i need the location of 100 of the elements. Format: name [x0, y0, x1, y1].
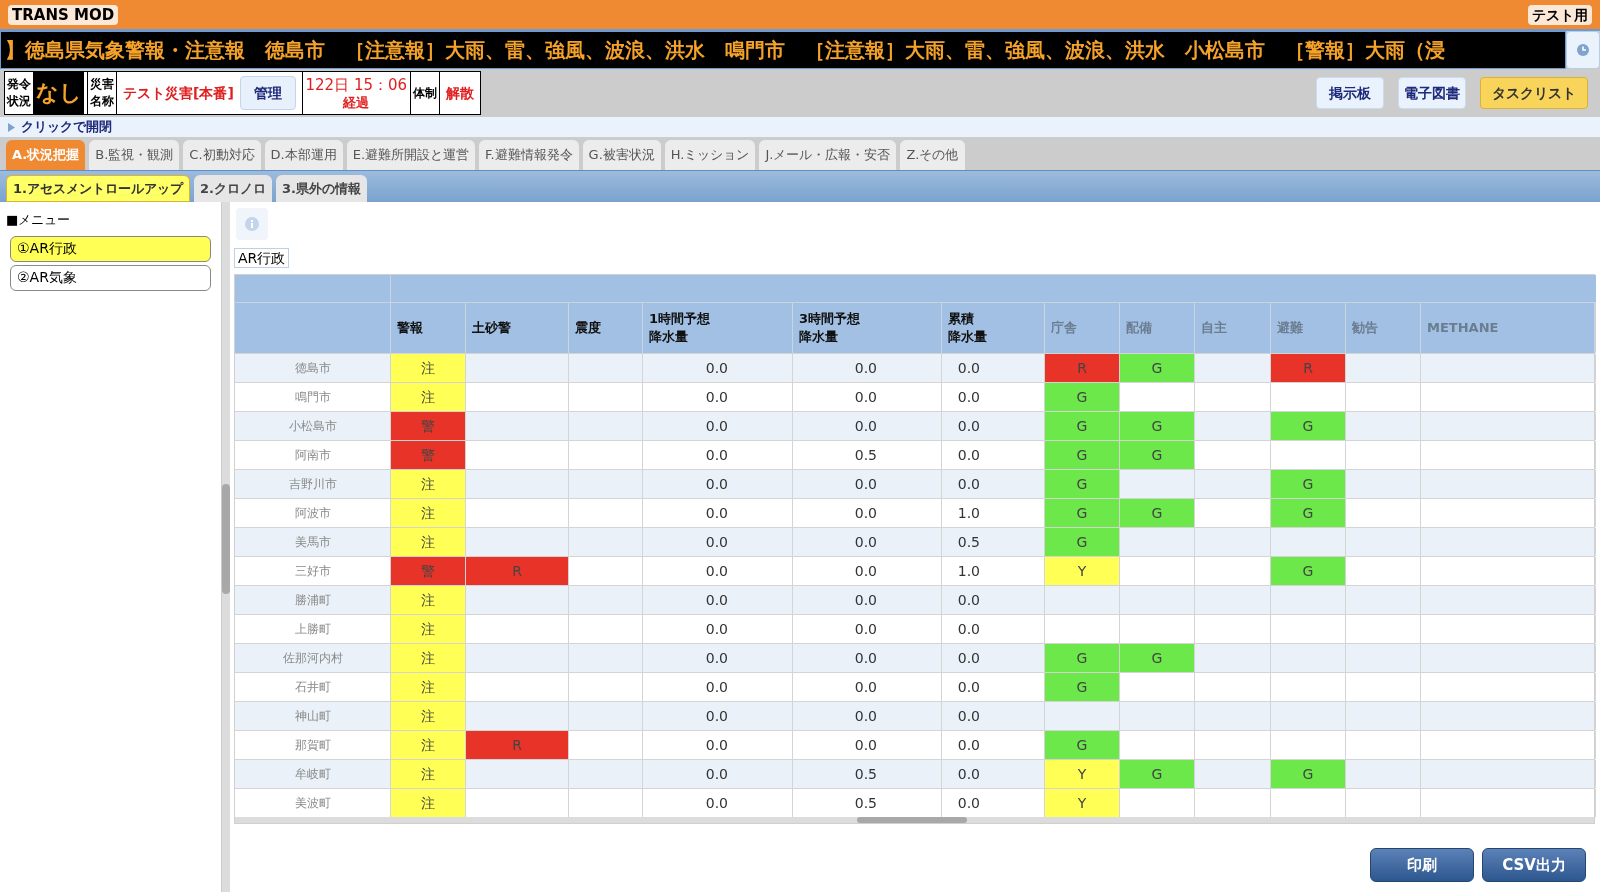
clock-button[interactable]	[1566, 31, 1600, 69]
table-cell-text: 0.0	[853, 619, 878, 639]
row-name: 小松島市	[288, 418, 337, 435]
action-button[interactable]: 印刷	[1370, 848, 1474, 882]
table-cell: 注	[391, 383, 465, 411]
table-cell: G	[1045, 412, 1119, 440]
table-cell-text: 0.0	[956, 677, 981, 697]
system-label: 体制	[410, 72, 440, 114]
table-cell: 注	[391, 528, 465, 556]
table-cell-text: 0.0	[853, 503, 878, 523]
table-cell-text: 0.0	[853, 474, 878, 494]
table-cell-text: 0.0	[956, 416, 981, 436]
row-name: 美馬市	[294, 534, 331, 551]
table-cell: 注	[391, 789, 465, 817]
table-cell: G	[1045, 470, 1119, 498]
table-cell-text: 0.5	[853, 793, 878, 813]
table-cell: 注	[391, 702, 465, 730]
toolbar-button[interactable]: 掲示板	[1316, 77, 1384, 109]
table-cell: 注	[391, 760, 465, 788]
table-cell-text: 0.0	[956, 706, 981, 726]
tab[interactable]: Z.その他	[900, 140, 965, 170]
table-cell-text: 0.0	[704, 735, 729, 755]
table-cell-text: 0.0	[853, 387, 878, 407]
table-cell: R	[1271, 354, 1345, 382]
table-cell: 警	[391, 557, 465, 585]
row-name: 吉野川市	[288, 476, 337, 493]
row-name: 那賀町	[294, 737, 331, 754]
tab[interactable]: J.メール・広報・安否	[759, 140, 897, 170]
column-header: 警報	[397, 319, 423, 337]
column-header: 避難	[1277, 319, 1303, 337]
clock-icon	[1576, 43, 1590, 57]
menu-item[interactable]: ①AR行政	[10, 235, 211, 262]
scrollbar-thumb[interactable]	[222, 484, 230, 594]
tab[interactable]: D.本部運用	[264, 140, 343, 170]
column-header: METHANE	[1427, 319, 1499, 337]
table-cell-text: 0.0	[853, 677, 878, 697]
toolbar-button[interactable]: タスクリスト	[1480, 77, 1588, 109]
table-cell: R	[1045, 354, 1119, 382]
column-header: 庁舎	[1051, 319, 1077, 337]
subtab[interactable]: 2.クロノロ	[194, 175, 272, 202]
table-cell: 注	[391, 499, 465, 527]
table-cell: Y	[1045, 789, 1119, 817]
table-cell-text: 0.5	[853, 764, 878, 784]
row-name: 鳴門市	[294, 389, 331, 406]
table-cell: G	[1045, 731, 1119, 759]
tab[interactable]: B.監視・観測	[89, 140, 180, 170]
table-cell-text: 0.0	[704, 503, 729, 523]
table-cell-text: 0.5	[853, 445, 878, 465]
table-cell-text: 0.0	[956, 619, 981, 639]
table-cell-text: 0.0	[704, 532, 729, 552]
action-button[interactable]: CSV出力	[1482, 848, 1586, 882]
tab[interactable]: G.被害状況	[582, 140, 661, 170]
table-cell-text: 0.0	[704, 590, 729, 610]
table-cell: 注	[391, 731, 465, 759]
table-cell-text: 0.0	[853, 735, 878, 755]
table-cell-text: 0.0	[853, 706, 878, 726]
table-cell-text: 0.0	[704, 387, 729, 407]
subtab[interactable]: 1.アセスメントロールアップ	[6, 175, 190, 202]
status-value: なし	[34, 72, 84, 114]
disaster-name: テスト災害[本番]	[122, 83, 235, 103]
table-cell-text: 0.0	[704, 358, 729, 378]
table-cell: G	[1120, 441, 1194, 469]
table-cell: 注	[391, 354, 465, 382]
table-cell: Y	[1045, 760, 1119, 788]
elapsed-label: 経過	[343, 93, 370, 111]
table-cell: G	[1045, 441, 1119, 469]
table-cell: 注	[391, 673, 465, 701]
subtab[interactable]: 3.県外の情報	[275, 175, 367, 202]
toggle-link[interactable]: クリックで開閉	[21, 117, 112, 137]
table-cell-text: 0.0	[853, 648, 878, 668]
column-header: 震度	[575, 319, 601, 337]
horizontal-scrollbar-thumb[interactable]	[857, 817, 967, 823]
table-cell: G	[1120, 644, 1194, 672]
system-value: 解散	[444, 83, 475, 103]
tab[interactable]: C.初動対応	[183, 140, 261, 170]
table-cell: G	[1271, 412, 1345, 440]
table-cell: G	[1045, 499, 1119, 527]
info-button[interactable]	[236, 208, 268, 240]
table-cell-text: 0.0	[853, 416, 878, 436]
table-cell: 警	[391, 412, 465, 440]
table-cell: G	[1271, 760, 1345, 788]
table-cell: 警	[391, 441, 465, 469]
table-cell: G	[1045, 673, 1119, 701]
row-name: 上勝町	[294, 621, 331, 638]
table-cell-text: 0.0	[704, 561, 729, 581]
table-cell-text: 0.0	[956, 764, 981, 784]
tab[interactable]: E.避難所開設と運営	[346, 140, 476, 170]
manage-button[interactable]: 管理	[239, 76, 296, 110]
toolbar-button[interactable]: 電子図書	[1398, 77, 1466, 109]
table-cell-text: 0.0	[956, 735, 981, 755]
menu-item[interactable]: ②AR気象	[10, 264, 211, 291]
tab[interactable]: F.避難情報発令	[479, 140, 579, 170]
tab[interactable]: H.ミッション	[664, 140, 756, 170]
table-cell-text: 0.0	[853, 561, 878, 581]
column-header: 3時間予想 降水量	[799, 310, 861, 346]
row-name: 牟岐町	[294, 766, 331, 783]
table-cell: 注	[391, 470, 465, 498]
row-name: 阿波市	[294, 505, 331, 522]
table-cell: G	[1045, 383, 1119, 411]
table-cell: G	[1045, 644, 1119, 672]
